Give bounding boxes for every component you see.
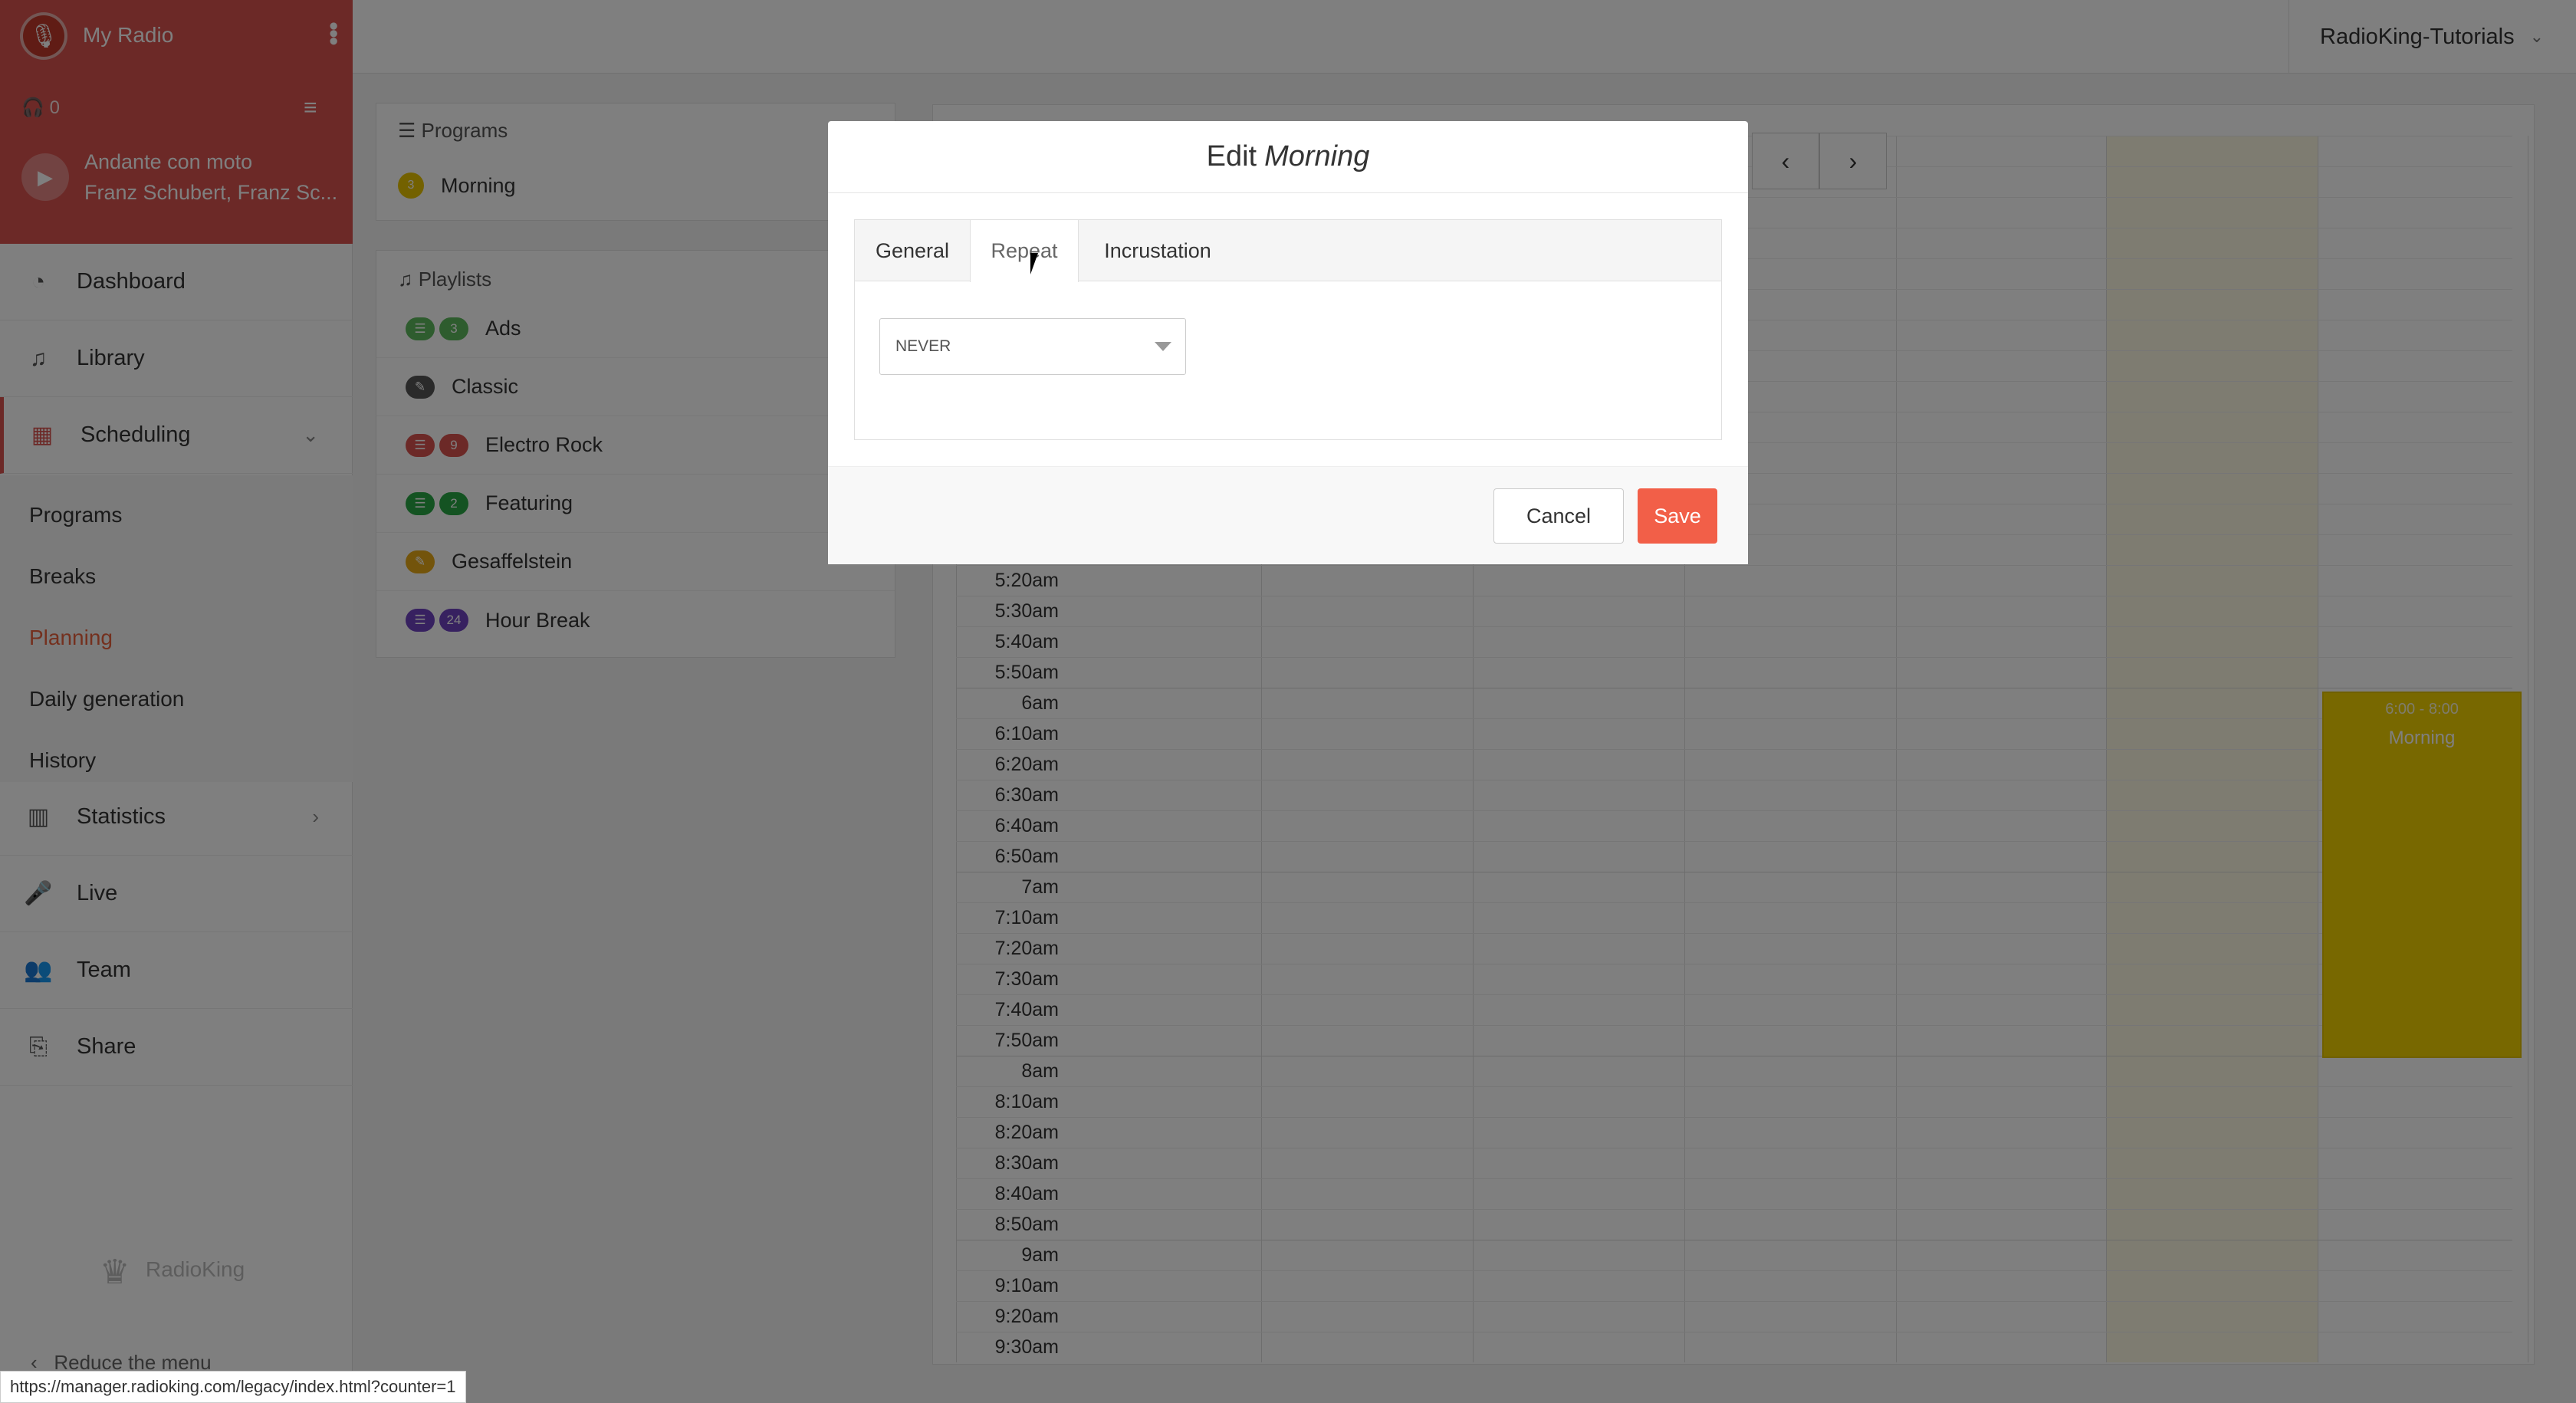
status-bar-url: https://manager.radioking.com/legacy/ind… [0,1371,466,1403]
modal-tabs-container: General Repeat Incrustation NEVER [854,219,1722,440]
modal-footer: Cancel Save [828,466,1748,564]
modal-title: Edit Morning [828,121,1748,193]
mouse-cursor-icon [1030,253,1038,274]
repeat-select[interactable]: NEVER [879,318,1186,375]
edit-program-modal: Edit Morning General Repeat Incrustation… [828,121,1748,564]
save-button[interactable]: Save [1638,488,1717,544]
modal-title-program: Morning [1264,140,1370,172]
tab-general[interactable]: General [855,220,970,281]
cancel-button[interactable]: Cancel [1493,488,1624,544]
tab-incrustation[interactable]: Incrustation [1079,220,1237,281]
tab-bar: General Repeat Incrustation [855,220,1721,282]
caret-down-icon [1155,342,1171,351]
tab-repeat[interactable]: Repeat [970,220,1079,282]
